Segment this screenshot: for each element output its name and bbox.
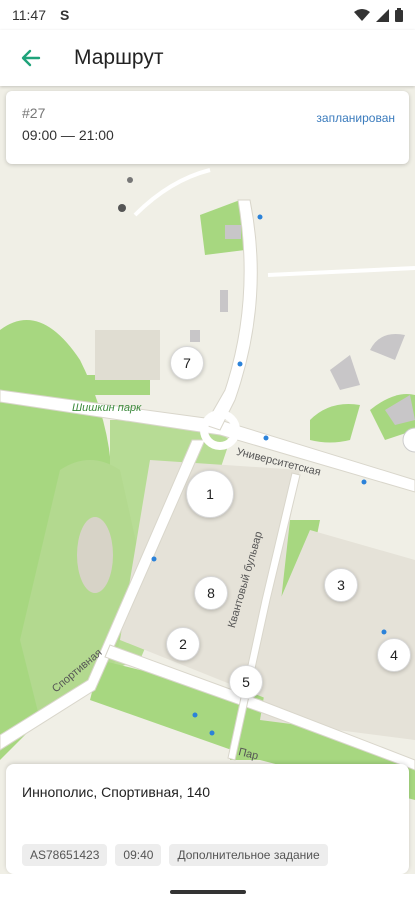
- route-marker[interactable]: 3: [324, 568, 358, 602]
- route-marker[interactable]: 1: [186, 470, 234, 518]
- route-marker[interactable]: 5: [229, 665, 263, 699]
- sync-icon: S: [60, 7, 70, 23]
- home-indicator[interactable]: [170, 890, 246, 894]
- chips-row: AS78651423 09:40 Дополнительное задание: [22, 844, 328, 866]
- task-type-chip: Дополнительное задание: [169, 844, 328, 866]
- route-card[interactable]: #27 09:00 — 21:00 запланирован: [6, 91, 409, 164]
- status-time: 11:47: [12, 7, 46, 23]
- status-bar: 11:47 S: [0, 0, 415, 30]
- battery-icon: [395, 8, 403, 22]
- address-text: Иннополис, Спортивная, 140: [22, 784, 211, 800]
- park-label: Шишкин парк: [72, 402, 142, 414]
- route-status-link[interactable]: запланирован: [316, 111, 395, 125]
- order-id-chip: AS78651423: [22, 844, 108, 866]
- time-chip: 09:40: [115, 844, 162, 866]
- address-card[interactable]: Иннополис, Спортивная, 140 AS78651423 09…: [6, 764, 409, 874]
- page-title: Маршрут: [74, 46, 164, 69]
- nav-bar: [0, 874, 415, 900]
- app-bar: Маршрут: [0, 30, 415, 86]
- route-marker[interactable]: 4: [377, 638, 411, 672]
- arrow-back-icon: [21, 49, 41, 67]
- back-button[interactable]: [16, 43, 46, 73]
- wifi-icon: [354, 8, 370, 21]
- signal-icon: [376, 8, 389, 22]
- route-marker[interactable]: 8: [194, 576, 228, 610]
- route-marker[interactable]: 7: [170, 346, 204, 380]
- route-time-range: 09:00 — 21:00: [22, 127, 114, 143]
- route-marker[interactable]: 2: [166, 627, 200, 661]
